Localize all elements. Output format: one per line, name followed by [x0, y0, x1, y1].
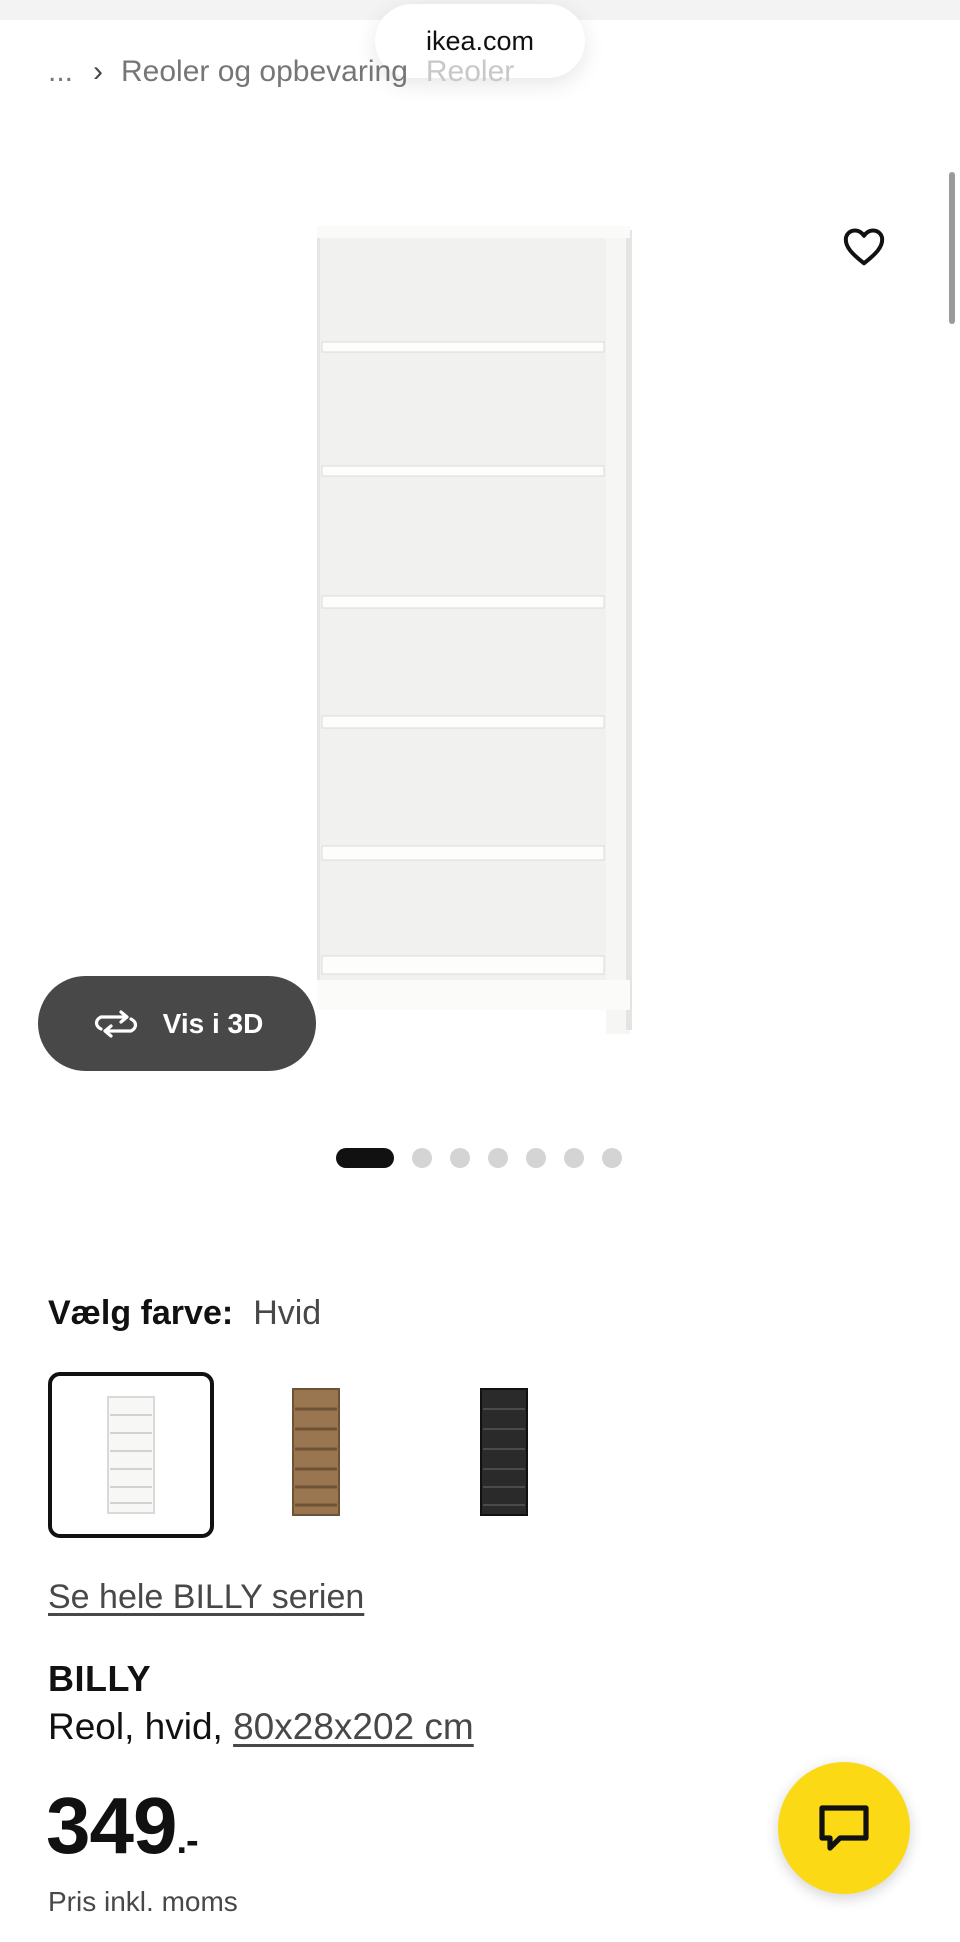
carousel-dot[interactable] — [488, 1148, 508, 1168]
chevron-right-icon: › — [93, 55, 104, 88]
product-description: Reol, hvid, 80x28x202 cm — [48, 1706, 474, 1748]
price: 349.- — [46, 1780, 199, 1872]
breadcrumb: ... › Reoler og opbevaring Reoler — [48, 50, 514, 94]
series-link[interactable]: Se hele BILLY serien — [48, 1578, 364, 1617]
carousel-dot[interactable] — [602, 1148, 622, 1168]
carousel-dot[interactable] — [412, 1148, 432, 1168]
favorite-button[interactable] — [838, 220, 890, 272]
price-value: 349 — [46, 1781, 177, 1870]
breadcrumb-ellipsis[interactable]: ... — [48, 55, 73, 89]
view-3d-button[interactable]: Vis i 3D — [38, 976, 316, 1071]
swatch-hvid[interactable] — [48, 1372, 214, 1538]
chat-icon — [819, 1805, 869, 1851]
breadcrumb-category[interactable]: Reoler og opbevaring — [121, 55, 408, 89]
product-image[interactable] — [300, 210, 660, 1110]
brown-bookcase-thumbnail — [292, 1388, 340, 1516]
rotate-3d-icon — [94, 1009, 137, 1038]
price-suffix: .- — [176, 1820, 198, 1862]
scrollbar[interactable] — [949, 172, 955, 324]
product-name: BILLY — [48, 1658, 152, 1699]
price-note: Pris inkl. moms — [48, 1886, 238, 1917]
carousel-dot[interactable] — [450, 1148, 470, 1168]
color-picker-selected: Hvid — [253, 1294, 322, 1332]
swatch-sort[interactable] — [424, 1372, 584, 1532]
product-dimensions-link[interactable]: 80x28x202 cm — [233, 1706, 474, 1747]
black-bookcase-thumbnail — [480, 1388, 528, 1516]
carousel-dots — [336, 1147, 622, 1169]
heart-icon — [843, 228, 885, 266]
view-3d-label: Vis i 3D — [162, 1007, 264, 1039]
white-bookcase-thumbnail — [107, 1396, 155, 1514]
breadcrumb-current[interactable]: Reoler — [426, 55, 514, 89]
swatch-brun[interactable] — [236, 1372, 396, 1532]
chat-button[interactable] — [778, 1762, 910, 1894]
color-picker-label: Vælg farve: — [48, 1294, 234, 1332]
carousel-dot[interactable] — [564, 1148, 584, 1168]
color-picker-heading: Vælg farve: Hvid — [48, 1294, 321, 1333]
carousel-dot[interactable] — [336, 1148, 394, 1168]
product-type: Reol, hvid, — [48, 1706, 234, 1747]
carousel-dot[interactable] — [526, 1148, 546, 1168]
